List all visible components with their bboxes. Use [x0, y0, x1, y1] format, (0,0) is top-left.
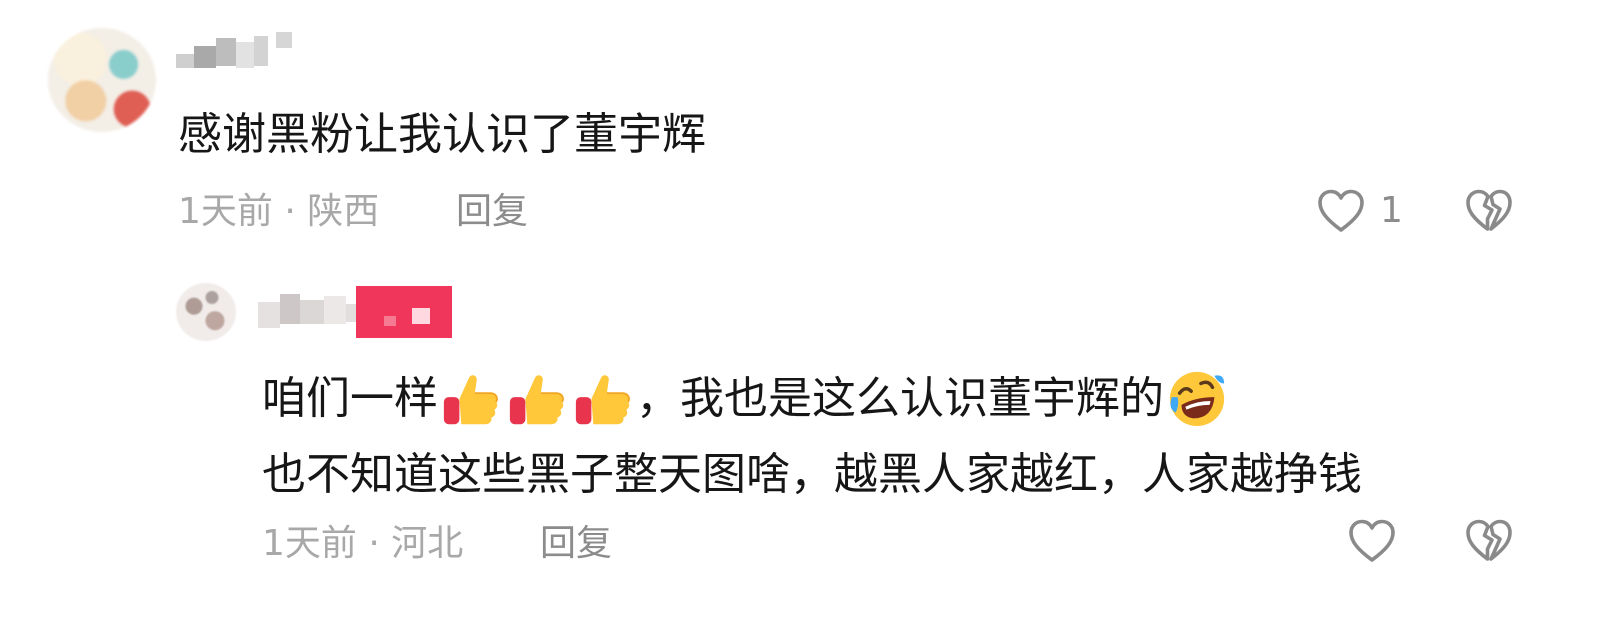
broken-heart-icon — [1466, 519, 1512, 561]
reply-timestamp-location: 1天前 · 河北 — [262, 523, 464, 564]
heart-outline-icon — [1318, 189, 1364, 232]
thumbs-up-emoji — [575, 375, 630, 425]
rolling-on-floor-laughing-emoji — [1169, 371, 1225, 427]
reply-username-redacted[interactable] — [258, 286, 454, 338]
reply-button[interactable]: 回复 — [456, 190, 528, 234]
reply-like-button[interactable] — [1347, 518, 1397, 564]
reply-text-part-1: 咱们一样 — [262, 373, 438, 424]
heart-outline-icon — [1349, 519, 1395, 562]
reply-text-part-2: ，我也是这么认识董宇辉的 — [636, 373, 1164, 424]
dislike-button[interactable] — [1464, 188, 1514, 234]
reply-text-line-1: 咱们一样 ，我也是这么认识董宇辉的 — [262, 361, 1362, 437]
broken-heart-icon — [1466, 189, 1512, 231]
commenter-avatar[interactable] — [48, 28, 156, 132]
reply-avatar[interactable] — [176, 283, 236, 341]
comment-text: 感谢黑粉让我认识了董宇辉 — [178, 109, 706, 160]
reply-to-reply-button[interactable]: 回复 — [540, 522, 612, 566]
like-button[interactable]: 1 — [1316, 188, 1403, 234]
thumbs-up-emoji — [443, 375, 498, 425]
reply-dislike-button[interactable] — [1464, 518, 1514, 564]
reply-text-line-2: 也不知道这些黑子整天图啥，越黑人家越红，人家越挣钱 — [262, 449, 1362, 500]
reply-text: 咱们一样 ，我也是这么认识董宇辉的 也不知道这些黑子整天图啥，越黑人家越红，人家… — [262, 361, 1362, 513]
thumbs-up-emoji — [509, 375, 564, 425]
comment-timestamp-location: 1天前 · 陕西 — [178, 191, 380, 232]
commenter-username-redacted[interactable] — [176, 32, 296, 72]
like-count: 1 — [1380, 190, 1403, 231]
